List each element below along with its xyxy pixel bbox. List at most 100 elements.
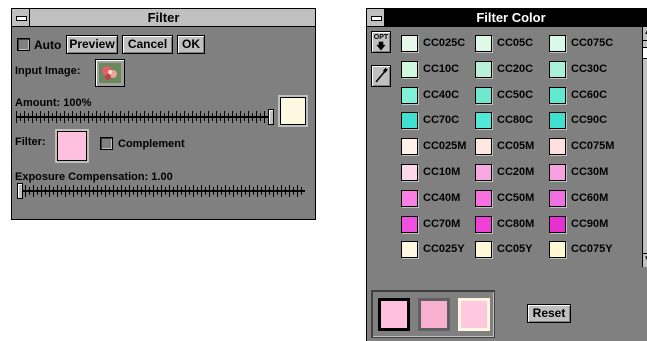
filter-color-swatch[interactable] [475, 241, 492, 259]
filter-item[interactable]: CC20M [475, 162, 547, 184]
auto-checkbox[interactable] [17, 38, 30, 51]
filter-color-swatch[interactable] [475, 60, 492, 78]
scroll-down-icon[interactable]: ▼ [643, 253, 647, 267]
filter-color-swatch[interactable] [549, 35, 566, 52]
down-arrow-icon: 🡇 [376, 41, 386, 51]
exposure-slider-thumb[interactable] [17, 183, 23, 199]
filter-item[interactable]: CC90C [549, 110, 621, 132]
filter-name: CC05C [497, 37, 534, 49]
exposure-slider[interactable] [17, 183, 305, 199]
filter-window-title: Filter [147, 10, 180, 25]
filter-item[interactable]: CC075Y [549, 239, 621, 261]
filter-color-swatch[interactable] [475, 112, 492, 130]
filter-color-swatch[interactable] [475, 35, 492, 52]
filter-name: CC025Y [423, 243, 465, 256]
filter-color-swatch[interactable] [475, 138, 492, 156]
filter-item[interactable]: CC05Y [475, 239, 547, 261]
filter-label: Filter: [15, 136, 46, 148]
eyedropper-button[interactable] [371, 65, 391, 87]
filter-item[interactable]: CC10M [401, 162, 473, 184]
filter-color-swatch[interactable] [475, 189, 492, 207]
filter-name: CC05Y [497, 243, 533, 256]
amount-color-swatch[interactable] [280, 97, 306, 125]
filter-item[interactable]: CC10C [401, 59, 473, 81]
filter-item[interactable]: CC025C [401, 33, 473, 55]
reset-button[interactable]: Reset [527, 304, 571, 323]
selected-color-1[interactable] [378, 298, 410, 331]
filter-item[interactable]: CC075M [549, 136, 621, 158]
filter-color-swatch[interactable] [401, 215, 418, 233]
filter-item[interactable]: CC40C [401, 85, 473, 107]
filter-name: CC80C [497, 114, 534, 127]
system-menu-icon[interactable] [367, 9, 385, 26]
filter-color-swatch[interactable] [401, 138, 418, 156]
filter-color-swatch[interactable] [549, 164, 566, 181]
filter-name: CC70C [423, 114, 460, 127]
filter-color-swatch[interactable] [401, 35, 418, 52]
amount-slider[interactable] [16, 109, 274, 125]
system-menu-icon[interactable] [12, 9, 30, 26]
input-image-label: Input Image: [15, 65, 81, 77]
filter-item[interactable]: CC80C [475, 110, 547, 132]
filter-item[interactable]: CC60M [549, 188, 621, 210]
filter-color-swatch[interactable] [549, 138, 566, 156]
amount-label: Amount: 100% [15, 97, 92, 109]
scroll-up-icon[interactable]: ▲ [643, 27, 647, 41]
selected-color-2[interactable] [418, 298, 450, 331]
selected-color-3[interactable] [458, 298, 490, 331]
filter-color-swatch[interactable] [549, 112, 566, 130]
filter-item[interactable]: CC70M [401, 214, 473, 236]
filter-item[interactable]: CC90M [549, 214, 621, 236]
vertical-scrollbar[interactable]: ▲ ▼ [642, 27, 647, 267]
filter-color-swatch[interactable] [401, 189, 418, 207]
filter-item[interactable]: CC025M [401, 136, 473, 158]
filter-color-swatch[interactable] [549, 241, 566, 259]
filter-item[interactable]: CC05C [475, 33, 547, 55]
filter-color-titlebar[interactable]: Filter Color [367, 9, 647, 27]
input-image-thumbnail[interactable] [95, 59, 125, 87]
preview-button[interactable]: Preview [66, 35, 118, 54]
filter-item[interactable]: CC30C [549, 59, 621, 81]
filter-name: CC10M [423, 166, 461, 178]
filter-titlebar[interactable]: Filter [12, 9, 315, 27]
filter-color-swatch[interactable] [475, 86, 492, 104]
filter-color-swatch[interactable] [401, 241, 418, 259]
filter-color-swatch[interactable] [549, 86, 566, 104]
ok-button[interactable]: OK [177, 35, 205, 54]
filter-name: CC50C [497, 88, 534, 101]
filter-color-swatch[interactable] [401, 112, 418, 130]
filter-name: CC075C [571, 37, 614, 49]
filter-color-swatch[interactable] [401, 86, 418, 104]
complement-checkbox[interactable] [100, 137, 113, 150]
filter-name: CC30M [571, 166, 609, 178]
cancel-button[interactable]: Cancel [122, 35, 173, 54]
filter-item[interactable]: CC05M [475, 136, 547, 158]
filter-color-swatch[interactable] [401, 60, 418, 78]
filter-item[interactable]: CC60C [549, 85, 621, 107]
filter-color-swatch[interactable] [401, 164, 418, 181]
filter-item[interactable]: CC50M [475, 188, 547, 210]
filter-item[interactable]: CC025Y [401, 239, 473, 261]
filter-color-swatch[interactable] [475, 215, 492, 233]
filter-item[interactable]: CC70C [401, 110, 473, 132]
scroll-thumb[interactable] [643, 47, 647, 59]
filter-item[interactable]: CC80M [475, 214, 547, 236]
amount-slider-thumb[interactable] [268, 109, 274, 125]
filter-item[interactable]: CC40M [401, 188, 473, 210]
filter-color-window: Filter Color OPT 🡇 CC025C CC05C CC075C CC10… [366, 8, 647, 341]
amount-minor-ticks [16, 113, 274, 121]
opt-button[interactable]: OPT 🡇 [371, 31, 391, 53]
filter-item[interactable]: CC50C [475, 85, 547, 107]
flower-image-icon [99, 63, 121, 83]
selected-colors-panel [371, 290, 495, 338]
filter-color-swatch[interactable] [475, 164, 492, 181]
auto-label: Auto [34, 38, 62, 52]
filter-color-swatch[interactable] [549, 60, 566, 78]
filter-item[interactable]: CC075C [549, 33, 621, 55]
filter-color-swatch[interactable] [57, 131, 87, 161]
filter-color-swatch[interactable] [549, 189, 566, 207]
filter-item[interactable]: CC30M [549, 162, 621, 184]
filter-item[interactable]: CC20C [475, 59, 547, 81]
filter-color-swatch[interactable] [549, 215, 566, 233]
filter-name: CC10C [423, 62, 460, 75]
